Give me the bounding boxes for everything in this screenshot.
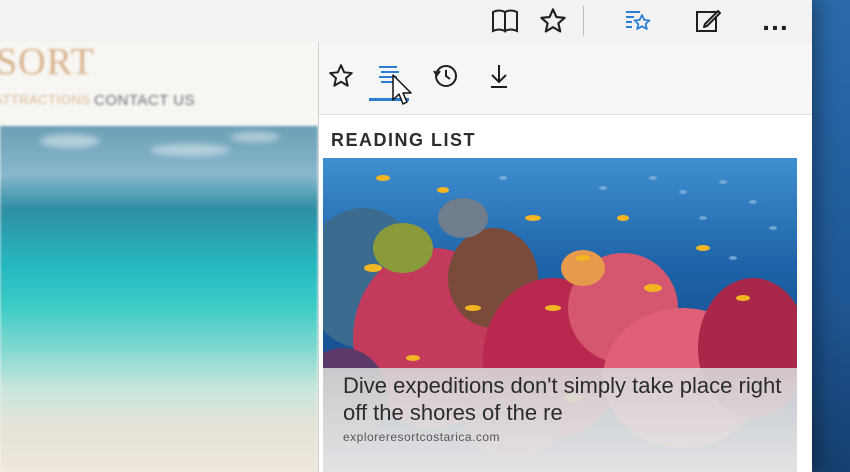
history-icon [433, 65, 457, 87]
star-icon [329, 64, 353, 87]
tab-history[interactable] [423, 54, 467, 98]
toolbar-divider [583, 6, 584, 36]
website-content: SORT ATTRACTIONS CONTACT US [0, 42, 318, 472]
nav-contact-us[interactable]: CONTACT US [94, 92, 195, 109]
browser-window: … SORT ATTRACTIONS CONTACT US READING LI… [0, 0, 812, 472]
cloud [150, 144, 230, 156]
nav-attractions[interactable]: ATTRACTIONS [0, 92, 90, 107]
reading-list-item[interactable]: Dive expeditions don't simply take place… [323, 158, 797, 472]
cloud [230, 132, 280, 142]
download-icon [491, 65, 507, 88]
reading-list-item-domain: exploreresortcostarica.com [343, 430, 501, 444]
site-logo: SORT [0, 42, 95, 83]
more-icon[interactable]: … [757, 4, 793, 38]
mouse-cursor-icon [392, 74, 412, 105]
tab-downloads[interactable] [477, 54, 521, 98]
web-note-icon[interactable] [690, 4, 726, 38]
reading-view-icon[interactable] [487, 4, 523, 38]
cloud [40, 134, 100, 148]
screen: … SORT ATTRACTIONS CONTACT US READING LI… [0, 0, 850, 472]
hub-icon[interactable] [619, 4, 655, 38]
browser-toolbar: … [0, 0, 812, 43]
tab-favorites[interactable] [319, 54, 363, 98]
reading-list-title: READING LIST [331, 130, 477, 150]
favorites-star-icon[interactable] [535, 4, 571, 38]
desktop-background [812, 0, 850, 472]
more-label: … [761, 5, 789, 36]
site-hero-image [0, 126, 318, 472]
reading-list-item-title: Dive expeditions don't simply take place… [343, 373, 782, 425]
